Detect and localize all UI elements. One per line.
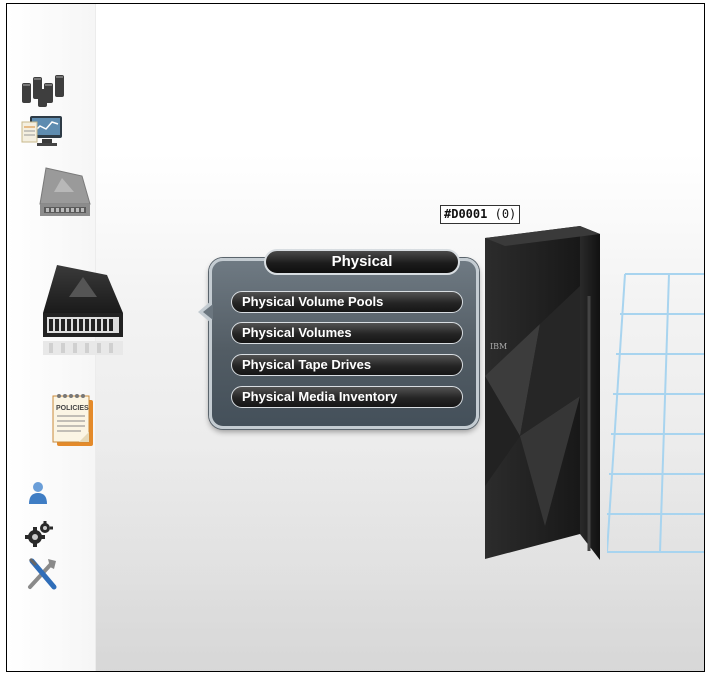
menu-item-physical-tape-drives[interactable]: Physical Tape Drives [231, 354, 463, 376]
menu-item-physical-media-inventory[interactable]: Physical Media Inventory [231, 386, 463, 408]
physical-tape-library-icon[interactable] [39, 261, 129, 359]
physical-menu-popup: Physical Physical Volume Pools Physical … [198, 249, 479, 429]
menu-item-physical-volume-pools[interactable]: Physical Volume Pools [231, 291, 463, 313]
servers-icon[interactable] [19, 71, 71, 109]
policies-label: POLICIES [56, 405, 89, 412]
brand-logo: IBM [490, 342, 507, 351]
device-badge[interactable]: #D0001 (0) [440, 205, 521, 224]
user-icon[interactable] [27, 480, 49, 506]
menu-item-physical-volumes[interactable]: Physical Volumes [231, 322, 463, 344]
popup-pointer-inner [203, 304, 213, 320]
monitor-chart-icon[interactable] [20, 114, 66, 150]
tape-management-canvas: IBM #D0001 (0) POLICIES Physical Physica… [6, 3, 705, 672]
settings-gears-icon[interactable] [25, 520, 53, 548]
device-count: (0) [494, 207, 517, 221]
virtual-drive-icon[interactable] [32, 164, 94, 226]
sidebar: POLICIES [7, 4, 123, 671]
tools-icon[interactable] [26, 557, 58, 591]
popup-title: Physical [264, 249, 460, 275]
device-id: #D0001 [444, 207, 488, 221]
policies-icon[interactable]: POLICIES [49, 390, 99, 452]
